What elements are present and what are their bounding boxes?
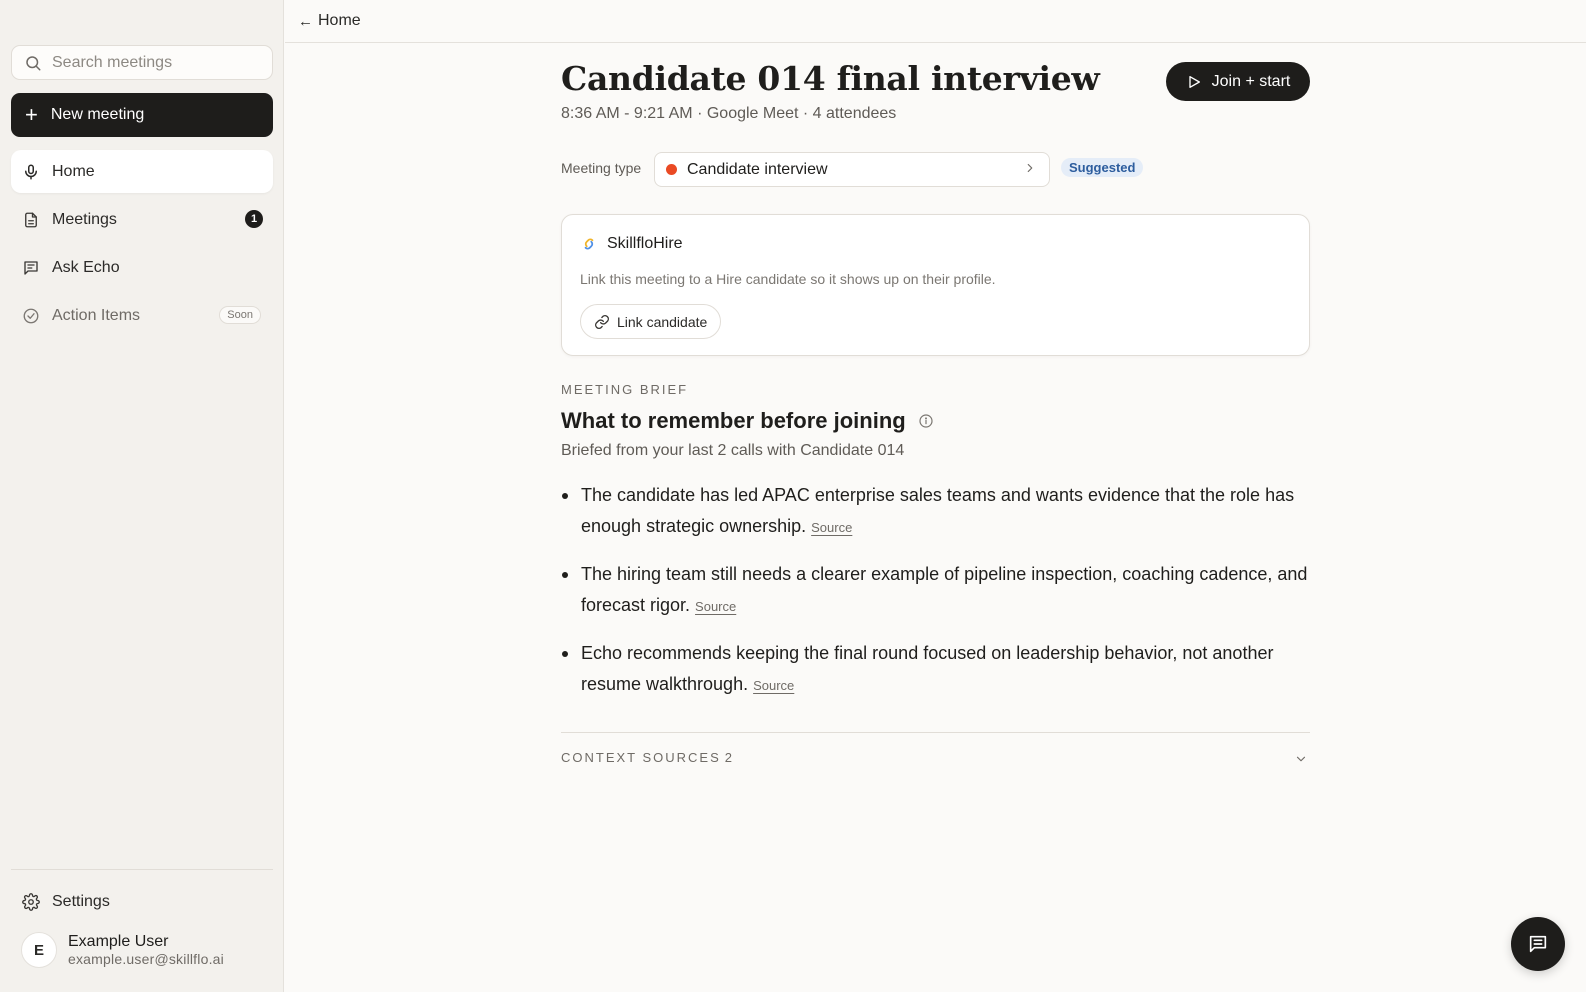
meetings-count-badge: 1: [245, 210, 263, 228]
context-divider: [561, 732, 1310, 733]
plus-icon: +: [25, 102, 38, 127]
brief-bullet-text: The candidate has led APAC enterprise sa…: [581, 485, 1295, 536]
search-icon: [26, 55, 41, 70]
join-start-button[interactable]: Join + start: [1166, 62, 1310, 101]
sidebar-divider: [11, 869, 273, 870]
source-link[interactable]: Source: [811, 520, 852, 535]
info-icon[interactable]: [918, 413, 934, 429]
skillflohire-logo-icon: [584, 238, 594, 250]
sidebar-item-settings[interactable]: Settings: [11, 880, 273, 923]
meeting-type-label: Meeting type: [561, 160, 642, 176]
meeting-type-select[interactable]: Candidate interview: [654, 152, 1050, 187]
meeting-type-color-dot: [666, 164, 677, 175]
sidebar-item-label: Meetings: [52, 210, 117, 228]
avatar: E: [21, 932, 57, 968]
hire-card-title: SkillfloHire: [607, 235, 683, 252]
link-candidate-label: Link candidate: [617, 313, 708, 330]
brief-bullet-list: The candidate has led APAC enterprise sa…: [561, 480, 1310, 717]
sidebar-item-label: Settings: [52, 892, 110, 910]
brief-title-text: What to remember before joining: [561, 408, 906, 433]
chat-icon: [1529, 935, 1547, 953]
check-circle-icon: [23, 308, 39, 323]
chevron-down-icon: [1296, 756, 1306, 762]
back-home-link[interactable]: ← Home: [298, 12, 361, 30]
meeting-meta: 8:36 AM - 9:21 AM · Google Meet · 4 atte…: [561, 105, 897, 122]
play-icon: [1188, 75, 1200, 88]
gear-icon: [22, 892, 40, 911]
page-title: Candidate 014 final interview: [561, 59, 1100, 98]
user-profile[interactable]: E Example User example.user@skillflo.ai: [21, 932, 224, 968]
new-meeting-label: New meeting: [50, 106, 145, 123]
user-email: example.user@skillflo.ai: [68, 950, 224, 967]
microphone-icon: [25, 164, 37, 179]
user-name: Example User: [68, 932, 169, 950]
link-icon: [595, 314, 609, 329]
sidebar-item-home[interactable]: Home: [11, 150, 273, 193]
meeting-brief-label: MEETING BRIEF: [561, 382, 689, 397]
brief-bullet: Echo recommends keeping the final round …: [561, 638, 1310, 701]
hire-card-description: Link this meeting to a Hire candidate so…: [580, 271, 996, 287]
brief-bullet-text: Echo recommends keeping the final round …: [581, 643, 1274, 694]
brief-bullet-text: The hiring team still needs a clearer ex…: [581, 564, 1308, 615]
suggested-badge: Suggested: [1061, 158, 1144, 177]
topbar: ← Home: [285, 0, 1586, 43]
brief-bullet: The hiring team still needs a clearer ex…: [561, 559, 1310, 622]
chat-icon: [24, 260, 38, 275]
search-box[interactable]: [11, 45, 273, 80]
hire-link-card: SkillfloHire Link this meeting to a Hire…: [561, 214, 1310, 356]
search-input[interactable]: [52, 53, 252, 72]
back-link-label: Home: [318, 12, 361, 29]
join-start-label: Join + start: [1211, 72, 1291, 90]
context-sources-toggle[interactable]: CONTEXT SOURCES 2: [561, 742, 1310, 776]
sidebar-item-ask-echo[interactable]: Ask Echo: [11, 246, 273, 289]
context-sources-label: CONTEXT SOURCES 2: [561, 750, 734, 765]
brief-bullet: The candidate has led APAC enterprise sa…: [561, 480, 1310, 543]
source-link[interactable]: Source: [695, 599, 736, 614]
chevron-right-icon: [1027, 163, 1033, 173]
link-candidate-button[interactable]: Link candidate: [580, 304, 722, 339]
context-sources-count: 2: [724, 750, 735, 765]
source-link[interactable]: Source: [753, 678, 794, 693]
document-icon: [25, 212, 37, 227]
context-sources-text: CONTEXT SOURCES: [561, 750, 721, 765]
chat-fab-button[interactable]: [1511, 917, 1565, 971]
sidebar-item-action-items[interactable]: Action Items Soon: [11, 294, 273, 337]
sidebar-item-meetings[interactable]: Meetings 1: [11, 198, 273, 241]
sidebar-item-label: Action Items: [52, 306, 141, 324]
soon-badge: Soon: [219, 306, 261, 324]
sidebar-item-label: Home: [52, 162, 95, 180]
brief-title: What to remember before joining: [561, 408, 934, 434]
meeting-type-value: Candidate interview: [687, 160, 828, 178]
arrow-left-icon: ←: [298, 12, 313, 30]
sidebar: + New meeting Home Meetings 1 Ask Echo A…: [0, 0, 284, 992]
sidebar-item-label: Ask Echo: [52, 258, 120, 276]
new-meeting-button[interactable]: + New meeting: [11, 93, 273, 137]
brief-subtitle: Briefed from your last 2 calls with Cand…: [561, 442, 905, 459]
